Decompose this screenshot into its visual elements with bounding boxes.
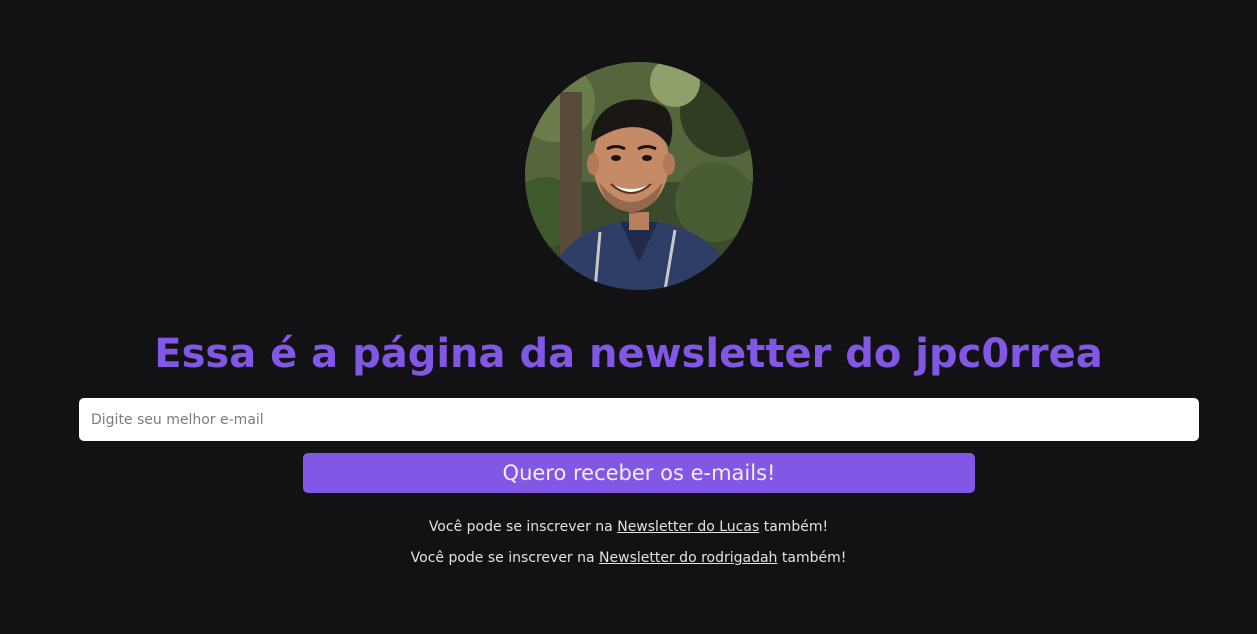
suggestion-suffix: também! (781, 550, 847, 566)
avatar (525, 62, 753, 290)
subscribe-button[interactable]: Quero receber os e-mails! (303, 453, 975, 493)
profile-photo-icon (525, 62, 753, 290)
newsletter-page: Essa é a página da newsletter do jpc0rre… (0, 0, 1257, 634)
page-title: Essa é a página da newsletter do jpc0rre… (154, 331, 1103, 377)
suggestion-prefix: Você pode se inscrever na (428, 519, 613, 535)
suggestion-prefix: Você pode se inscrever na (410, 550, 595, 566)
newsletter-link-rodrigadah[interactable]: Newsletter do rodrigadah (599, 550, 777, 566)
newsletter-suggestion: Você pode se inscrever na Newsletter do … (0, 518, 1257, 536)
suggestion-suffix: também! (763, 519, 829, 535)
newsletter-link-lucas[interactable]: Newsletter do Lucas (617, 519, 759, 535)
email-field[interactable] (79, 398, 1199, 441)
newsletter-suggestion: Você pode se inscrever na Newsletter do … (0, 549, 1257, 567)
